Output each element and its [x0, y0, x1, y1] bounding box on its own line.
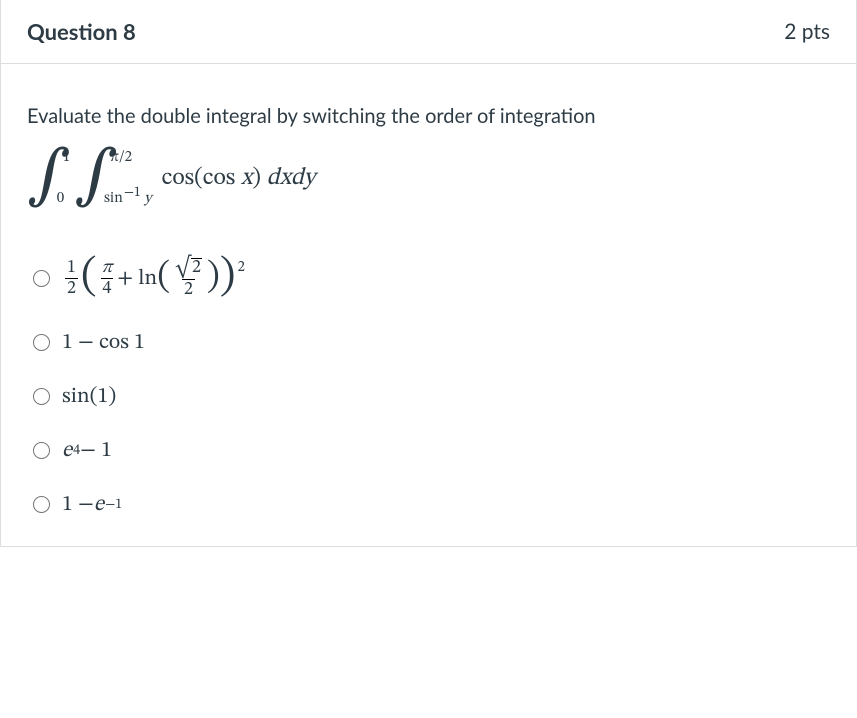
- question-body: Evaluate the double integral by switchin…: [1, 64, 856, 546]
- question-title: Question 8: [27, 18, 136, 45]
- question-container: Question 8 2 pts Evaluate the double int…: [0, 0, 857, 547]
- answer-math-a: 1 2 ( π 4 + ln ( √ 2: [62, 258, 245, 300]
- question-points: 2 pts: [784, 19, 830, 44]
- close-mid-paren: ): [207, 263, 220, 294]
- open-big-paren: (: [81, 260, 97, 298]
- answer-option-d[interactable]: e4 − 1: [33, 440, 830, 462]
- answer-math-d: e4 − 1: [62, 440, 112, 462]
- radio-option-e[interactable]: [33, 496, 50, 513]
- frac-half-num: 1: [65, 259, 78, 278]
- sqrt-body: 2: [191, 258, 202, 278]
- frac-half-den: 2: [65, 278, 78, 299]
- inner-lower-exp: −1: [124, 186, 141, 200]
- open-mid-paren: (: [157, 263, 170, 294]
- option-e-e: e: [94, 494, 104, 516]
- option-d-rest: − 1: [80, 440, 112, 462]
- question-header: Question 8 2 pts: [1, 0, 856, 64]
- question-prompt: Evaluate the double integral by switchin…: [27, 104, 830, 128]
- radio-option-c[interactable]: [33, 388, 50, 405]
- answer-option-b[interactable]: 1 − cos 1: [33, 332, 830, 354]
- frac-sqrt2-2: √ 2 2: [173, 258, 204, 300]
- integrand-x: x: [241, 166, 253, 190]
- plus-ln: + ln: [117, 268, 157, 290]
- frac-pi4-num: π: [100, 259, 115, 278]
- answer-math-b: 1 − cos 1: [62, 332, 145, 354]
- integral-expression: ∫ 1 0 ∫ π/2 sin−1 y cos(cos x) dxdy: [27, 148, 830, 208]
- inner-lower-y: y: [141, 191, 152, 206]
- inner-integral-sign: ∫: [74, 152, 118, 203]
- sqrt-sign: √: [175, 258, 191, 278]
- radio-option-d[interactable]: [33, 442, 50, 459]
- radio-option-a[interactable]: [33, 270, 50, 287]
- integrand-cos-outer: cos: [162, 166, 195, 190]
- frac-pi4-den: 4: [101, 278, 114, 299]
- answer-option-a[interactable]: 1 2 ( π 4 + ln ( √ 2: [33, 258, 830, 300]
- answer-option-c[interactable]: sin(1): [33, 386, 830, 408]
- close-big-paren: ): [220, 260, 236, 298]
- outer-exponent: 2: [237, 260, 244, 275]
- frac-half: 1 2: [65, 259, 78, 299]
- option-e-exp: −1: [105, 498, 122, 512]
- answer-math-e: 1 − e−1: [62, 494, 122, 516]
- integrand-dxdy: dxdy: [261, 166, 315, 190]
- option-d-exp: 4: [73, 444, 80, 458]
- option-d-e: e: [62, 440, 72, 462]
- option-e-pre: 1 −: [62, 494, 94, 516]
- integrand: cos(cos x) dxdy: [162, 166, 316, 190]
- sqrt-2: √ 2: [175, 258, 202, 278]
- outer-integral-sign: ∫: [27, 152, 71, 203]
- answer-list: 1 2 ( π 4 + ln ( √ 2: [27, 258, 830, 516]
- radio-option-b[interactable]: [33, 334, 50, 351]
- frac-sqrt-den: 2: [182, 279, 195, 300]
- integrand-open-paren: (: [194, 166, 203, 190]
- answer-math-c: sin(1): [62, 386, 116, 408]
- integrand-cos-inner: cos: [203, 166, 241, 190]
- frac-pi4: π 4: [100, 259, 115, 299]
- integrand-close-paren: ): [252, 166, 261, 190]
- answer-option-e[interactable]: 1 − e−1: [33, 494, 830, 516]
